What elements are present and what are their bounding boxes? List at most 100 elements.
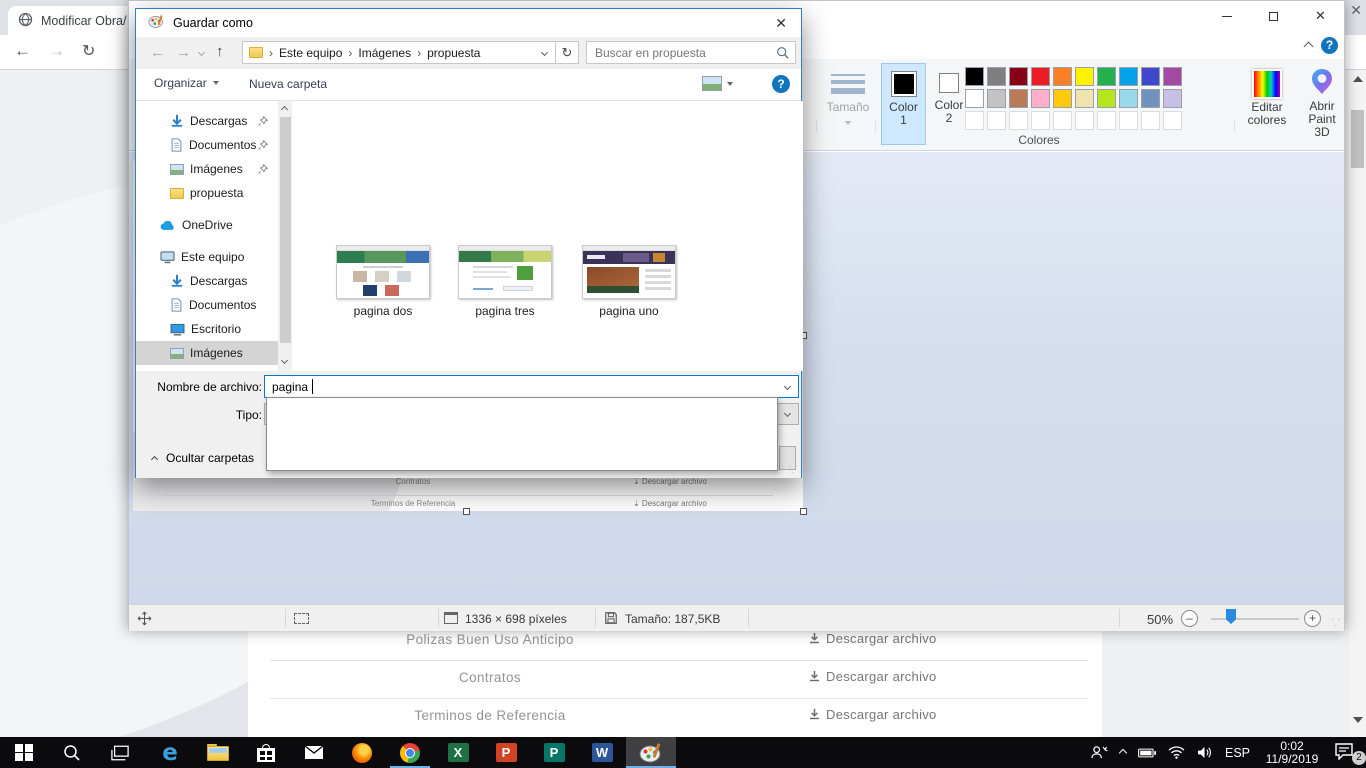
palette-swatch[interactable] <box>987 67 1006 86</box>
tray-expand-icon[interactable] <box>1119 748 1127 756</box>
search-box[interactable] <box>586 41 796 64</box>
canvas-handle-bottom[interactable] <box>463 508 470 515</box>
breadcrumb-dropdown-icon[interactable] <box>541 49 548 56</box>
nav-back-icon[interactable]: ← <box>150 44 165 61</box>
palette-swatch[interactable] <box>987 89 1006 108</box>
volume-icon[interactable] <box>1197 746 1213 759</box>
taskbar-chrome-icon[interactable] <box>386 737 434 768</box>
hide-folders-button[interactable]: Ocultar carpetas <box>152 451 254 465</box>
sidebar-scrollbar[interactable] <box>278 101 292 371</box>
taskbar-publisher-icon[interactable]: P <box>530 737 578 768</box>
sidebar-item-este-equipo[interactable]: Este equipo <box>136 245 278 269</box>
zoom-out-button[interactable]: – <box>1181 610 1198 627</box>
palette-swatch[interactable] <box>1097 89 1116 108</box>
scroll-up-icon[interactable] <box>281 106 288 113</box>
search-input[interactable] <box>587 42 767 63</box>
palette-swatch[interactable] <box>1053 89 1072 108</box>
palette-swatch-empty[interactable] <box>987 111 1006 130</box>
palette-swatch-empty[interactable] <box>1119 111 1138 130</box>
sidebar-item-imagenes[interactable]: Imágenes <box>136 157 278 181</box>
palette-swatch[interactable] <box>1031 67 1050 86</box>
palette-swatch[interactable] <box>1119 67 1138 86</box>
palette-swatch[interactable] <box>965 67 984 86</box>
file-item[interactable]: pagina dos <box>325 245 441 318</box>
download-link[interactable]: Descargar archivo <box>808 631 937 646</box>
zoom-slider-handle[interactable] <box>1226 609 1236 624</box>
taskbar-word-icon[interactable]: W <box>578 737 626 768</box>
filename-dropdown-icon[interactable] <box>784 383 791 390</box>
palette-swatch-empty[interactable] <box>1097 111 1116 130</box>
filename-combobox[interactable]: pagina <box>264 375 799 398</box>
palette-swatch[interactable] <box>1009 67 1028 86</box>
file-item[interactable]: pagina tres <box>447 245 563 318</box>
palette-swatch[interactable] <box>1075 89 1094 108</box>
browser-back-icon[interactable]: ← <box>14 41 31 61</box>
size-button[interactable]: Tamaño <box>823 63 873 145</box>
palette-swatch-empty[interactable] <box>1009 111 1028 130</box>
palette-swatch-empty[interactable] <box>1053 111 1072 130</box>
search-icon[interactable] <box>776 46 790 63</box>
scrollbar-down-icon[interactable] <box>1353 717 1363 723</box>
scroll-down-icon[interactable] <box>281 357 288 364</box>
sidebar-item-onedrive[interactable]: OneDrive <box>136 213 278 237</box>
taskbar-mail-icon[interactable] <box>290 737 338 768</box>
nav-up-icon[interactable]: ↑ <box>216 43 224 60</box>
palette-swatch[interactable] <box>1141 67 1160 86</box>
palette-swatch[interactable] <box>1141 89 1160 108</box>
palette-swatch[interactable] <box>1075 67 1094 86</box>
resize-grip-icon[interactable]: ⸪ <box>1332 615 1341 629</box>
palette-swatch-empty[interactable] <box>1075 111 1094 130</box>
taskbar-search-button[interactable] <box>48 737 96 768</box>
palette-swatch[interactable] <box>1031 89 1050 108</box>
minimize-button[interactable] <box>1203 1 1250 31</box>
palette-swatch-empty[interactable] <box>965 111 984 130</box>
breadcrumb[interactable]: › Este equipo › Imágenes › propuesta <box>242 41 556 64</box>
taskbar-firefox-icon[interactable] <box>338 737 386 768</box>
sidebar-item-imagenes-2[interactable]: Imágenes <box>136 341 278 365</box>
scrollbar-up-icon[interactable] <box>1353 76 1363 82</box>
palette-swatch[interactable] <box>965 89 984 108</box>
canvas-handle-corner[interactable] <box>800 508 807 515</box>
taskbar-file-explorer-icon[interactable] <box>194 737 242 768</box>
browser-scrollbar[interactable] <box>1349 70 1366 737</box>
new-folder-button[interactable]: Nueva carpeta <box>249 77 327 91</box>
close-button[interactable]: ✕ <box>1297 1 1344 31</box>
scroll-thumb[interactable] <box>280 117 291 343</box>
help-icon[interactable]: ? <box>1321 37 1338 54</box>
download-link[interactable]: Descargar archivo <box>808 669 937 684</box>
palette-swatch[interactable] <box>1119 89 1138 108</box>
nav-forward-icon[interactable]: → <box>176 44 191 61</box>
palette-swatch[interactable] <box>1163 67 1182 86</box>
action-center-button[interactable]: 2 <box>1334 743 1362 763</box>
open-paint3d-button[interactable]: Abrir Paint 3D <box>1299 63 1345 145</box>
breadcrumb-leaf[interactable]: propuesta <box>427 46 480 60</box>
palette-swatch[interactable] <box>1053 67 1072 86</box>
sidebar-item-escritorio[interactable]: Escritorio <box>136 317 278 341</box>
battery-icon[interactable] <box>1138 748 1156 758</box>
sidebar-item-descargas-2[interactable]: Descargas <box>136 269 278 293</box>
people-icon[interactable] <box>1091 745 1108 760</box>
taskbar-excel-icon[interactable]: X <box>434 737 482 768</box>
download-link[interactable]: Descargar archivo <box>808 707 937 722</box>
browser-reload-icon[interactable]: ↻ <box>82 41 95 61</box>
filetype-dropdown-icon[interactable] <box>784 410 791 417</box>
taskbar-edge-icon[interactable]: e <box>146 737 194 768</box>
breadcrumb-mid[interactable]: Imágenes <box>358 46 411 60</box>
color1-button[interactable]: Color 1 <box>881 63 926 145</box>
zoom-slider-track[interactable] <box>1211 618 1299 620</box>
browser-close-icon[interactable]: ✕ <box>1350 2 1362 19</box>
palette-swatch[interactable] <box>1097 67 1116 86</box>
sidebar-item-propuesta[interactable]: propuesta <box>136 181 278 205</box>
file-item[interactable]: pagina uno <box>571 245 687 318</box>
clock[interactable]: 0:02 11/9/2019 <box>1262 740 1322 766</box>
palette-swatch-empty[interactable] <box>1031 111 1050 130</box>
refresh-button[interactable]: ↻ <box>556 41 579 64</box>
palette-swatch[interactable] <box>1009 89 1028 108</box>
ribbon-collapse-icon[interactable] <box>1304 42 1314 52</box>
task-view-button[interactable] <box>96 737 144 768</box>
scrollbar-thumb[interactable] <box>1351 110 1364 168</box>
dialog-resize-grip-icon[interactable]: ⸪ <box>789 462 797 476</box>
start-button[interactable] <box>0 737 48 768</box>
edit-colors-button[interactable]: Editar colores <box>1241 63 1293 145</box>
filename-suggestions-dropdown[interactable] <box>266 397 778 471</box>
